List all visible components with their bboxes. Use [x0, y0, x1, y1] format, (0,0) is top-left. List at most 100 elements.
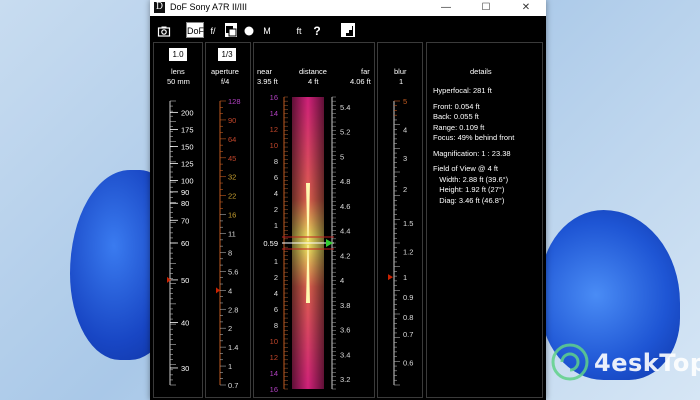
lens-title: lens [171, 67, 185, 76]
close-button[interactable]: ✕ [506, 0, 546, 16]
aperture-tick-label: 8 [228, 248, 232, 257]
far-tick-label: 4.6 [340, 202, 350, 211]
lens-tick-label: 175 [181, 125, 194, 134]
near-tick-label: 6 [274, 173, 278, 182]
near-tick-label: 12 [270, 353, 278, 362]
far-tick-label: 3.8 [340, 301, 350, 310]
maximize-button[interactable]: ☐ [466, 0, 506, 16]
details-line: Back: 0.055 ft [433, 112, 479, 121]
aperture-tick-label: 11 [228, 230, 236, 239]
near-tick-label: 10 [270, 337, 278, 346]
steps-button[interactable] [340, 22, 356, 38]
aperture-tick-label: 64 [228, 135, 236, 144]
aperture-mode-button[interactable]: f/ [206, 22, 220, 38]
blur-tick-label: 2 [403, 185, 407, 194]
blur-value: 1 [399, 77, 404, 86]
far-title: far [361, 67, 370, 76]
details-line: Magnification: 1 : 23.38 [433, 148, 511, 158]
distance-panel: near 3.95 ft distance 4 ft far 4.06 ft 1… [253, 42, 375, 398]
watermark-text: 4eskTop [594, 349, 700, 377]
lens-tick-label: 200 [181, 108, 194, 117]
far-tick-label: 3.6 [340, 326, 350, 335]
near-tick-label: 8 [274, 321, 278, 330]
far-tick-label: 5 [340, 152, 344, 161]
aperture-step-button[interactable]: 1/3 [218, 48, 236, 61]
aperture-tick-label: 0.7 [228, 381, 238, 390]
lens-panel: 1.0 lens 50 mm 200 175 150 125 100 90 80 70 60 50… [153, 42, 203, 398]
bokeh-icon [244, 26, 254, 36]
bokeh-button[interactable] [242, 22, 256, 38]
far-tick-label: 5.2 [340, 128, 350, 137]
details-line: Diag: 3.46 ft (46.8°) [433, 195, 505, 205]
blur-tick-label: 1.2 [403, 248, 413, 257]
far-tick-label: 4.2 [340, 251, 350, 260]
details-line: Hyperfocal: 281 ft [433, 86, 492, 95]
manual-button[interactable]: M [260, 22, 274, 38]
far-value: 4.06 ft [350, 77, 371, 86]
lens-tick-label: 40 [181, 319, 189, 328]
toolbar: DoF f/ M ft ? [150, 16, 546, 42]
aperture-tick-label: 128 [228, 97, 241, 106]
aperture-tick-label: 16 [228, 211, 236, 220]
blur-tick-label: 5 [403, 97, 407, 106]
blur-tick-label: 0.6 [403, 358, 413, 367]
aperture-pointer-icon [216, 287, 220, 294]
distance-value: 4 ft [308, 77, 319, 86]
near-tick-label: 16 [270, 93, 278, 102]
lens-step-button[interactable]: 1.0 [169, 48, 187, 61]
aperture-tick-label: 90 [228, 116, 236, 125]
blur-pointer-icon [388, 274, 393, 281]
aperture-tick-label: 1.4 [228, 343, 238, 352]
aperture-tick-label: 32 [228, 173, 236, 182]
far-tick-label: 3.4 [340, 350, 350, 359]
near-tick-label: 14 [270, 369, 278, 378]
aperture-tick-label: 1 [228, 362, 232, 371]
dof-mode-button[interactable]: DoF [186, 22, 204, 38]
window-title: DoF Sony A7R II/III [170, 2, 248, 12]
app-logo-icon: D [154, 2, 165, 13]
help-button[interactable]: ? [310, 22, 324, 38]
lens-tick-label: 90 [181, 188, 189, 197]
blur-tick-label: 0.9 [403, 293, 413, 302]
copy-button[interactable] [224, 22, 238, 38]
lens-tick-label: 100 [181, 177, 194, 186]
aperture-title: aperture [211, 67, 239, 76]
aperture-scale[interactable]: 128 90 64 45 32 22 16 11 8 5.6 4 2.8 2 1.4 1 0.7 [206, 93, 252, 393]
far-tick-label: 4.8 [340, 177, 350, 186]
near-tick-label: 14 [270, 109, 278, 118]
near-tick-label: 2 [274, 205, 278, 214]
aperture-value: f/4 [221, 77, 230, 86]
camera-button[interactable] [156, 22, 172, 38]
title-bar[interactable]: D DoF Sony A7R II/III — ☐ ✕ [150, 0, 546, 16]
lens-value: 50 mm [167, 77, 190, 86]
aperture-tick-label: 4 [228, 286, 232, 295]
minimize-button[interactable]: — [426, 0, 466, 16]
blur-tick-label: 0.7 [403, 330, 413, 339]
details-line: Front: 0.054 ft [433, 101, 480, 111]
dof-app-window: D DoF Sony A7R II/III — ☐ ✕ DoF f/ M ft [150, 0, 546, 400]
blur-scale[interactable]: 5 4 3 2 1.5 1.2 1 0.9 0.8 0.7 0.6 [378, 93, 424, 393]
aperture-tick-label: 2 [228, 324, 232, 333]
blur-tick-label: 4 [403, 125, 407, 134]
near-title: near [257, 67, 273, 76]
aperture-tick-label: 22 [228, 192, 236, 201]
lens-tick-label: 125 [181, 159, 194, 168]
distance-title: distance [299, 67, 327, 76]
near-tick-label: 10 [270, 141, 278, 150]
aperture-tick-label: 2.8 [228, 305, 238, 314]
aperture-tick-label: 45 [228, 154, 236, 163]
near-tick-label: 12 [270, 125, 278, 134]
details-line: Range: 0.109 ft [433, 122, 485, 132]
lens-tick-label: 50 [181, 276, 189, 285]
blur-panel: blur 1 5 4 3 2 1.5 1.2 1 0.9 0.8 0.7 0.6 [377, 42, 423, 398]
stairs-icon [343, 26, 353, 36]
near-tick-label: 4 [274, 189, 278, 198]
far-tick-label: 4.4 [340, 227, 350, 236]
units-button[interactable]: ft [292, 22, 306, 38]
far-tick-label: 3.2 [340, 375, 350, 384]
distance-scale[interactable]: 16141210864210.5912468101214165.45.254.8… [254, 93, 376, 393]
lens-tick-label: 80 [181, 199, 189, 208]
lens-scale[interactable]: 200 175 150 125 100 90 80 70 60 50 40 30 [154, 93, 204, 393]
copy-icon [226, 26, 237, 37]
blur-tick-label: 1.5 [403, 219, 413, 228]
